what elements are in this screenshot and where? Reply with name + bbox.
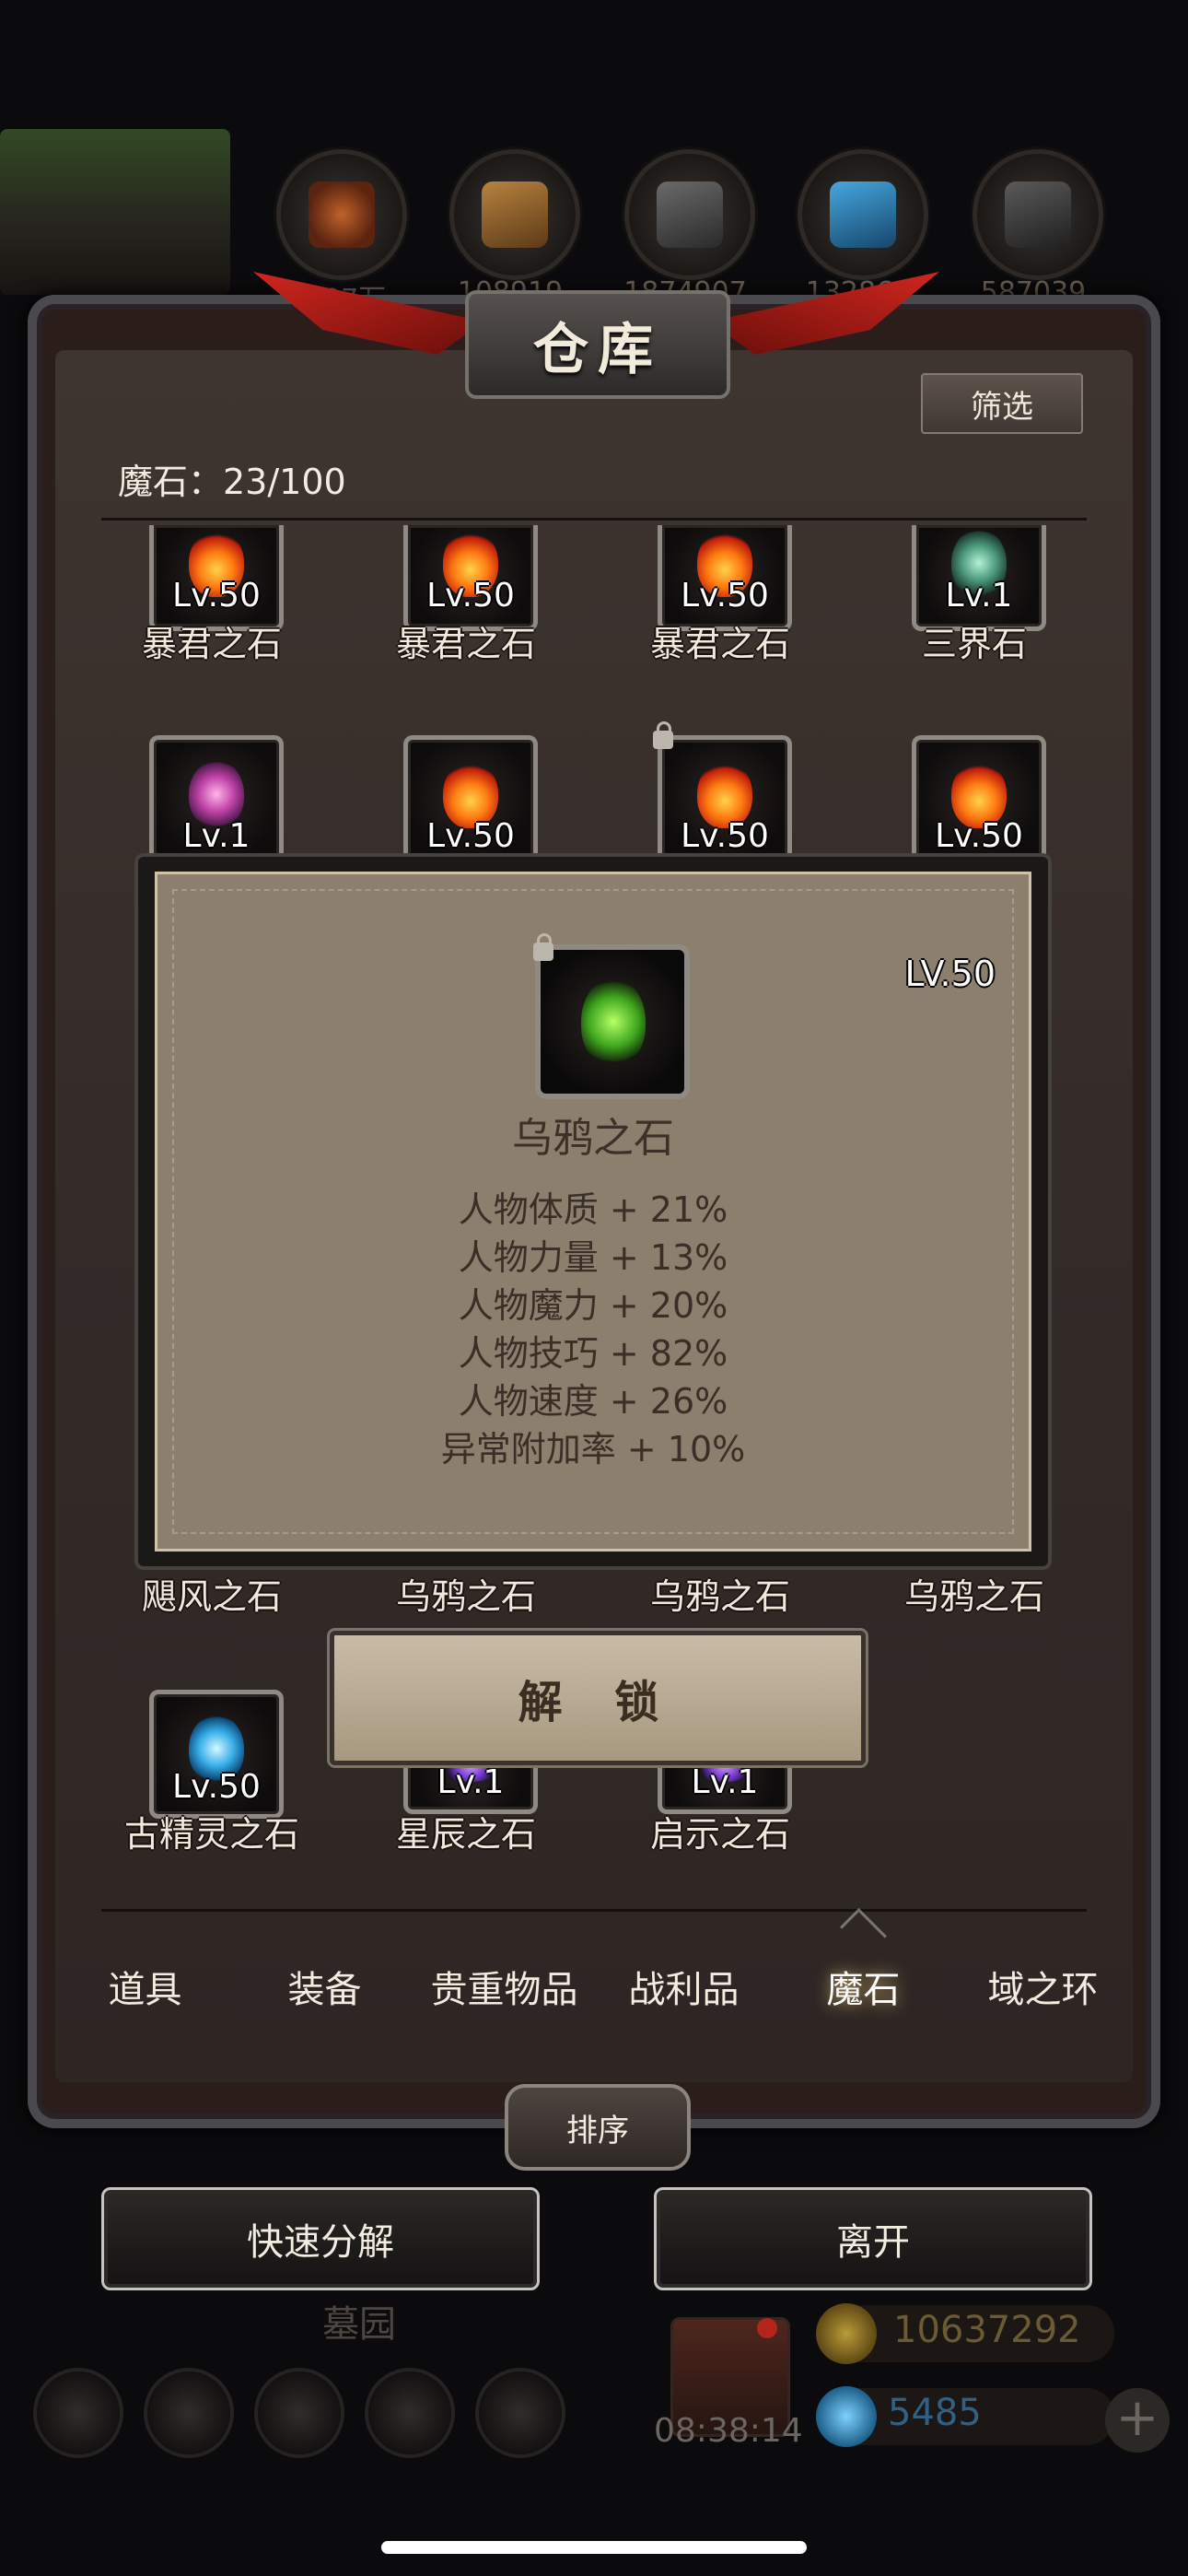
- item-level: Lv.1: [691, 1763, 759, 1801]
- home-indicator[interactable]: [381, 2541, 807, 2554]
- item-name-crow-stone-2[interactable]: 乌鸦之石: [600, 1568, 840, 1619]
- item-level: Lv.1: [182, 817, 250, 855]
- crystal-resource-icon[interactable]: [798, 149, 928, 280]
- unlock-button[interactable]: 解 锁: [330, 1631, 866, 1765]
- item-slot: Lv.50: [149, 1690, 284, 1819]
- gold-coin-icon: [816, 2303, 877, 2364]
- item-level: Lv.50: [935, 817, 1023, 855]
- item-name: 暴君之石: [141, 624, 282, 664]
- item-tyrant-stone-1[interactable]: Lv.50 暴君之石: [101, 525, 322, 709]
- gem-amount: 5485: [888, 2392, 982, 2434]
- filter-button[interactable]: 筛选: [921, 373, 1083, 434]
- achievement-icon[interactable]: [144, 2368, 234, 2458]
- crow-stone-icon: [581, 978, 646, 1066]
- item-slot: Lv.50: [912, 735, 1046, 856]
- leave-button[interactable]: 离开: [654, 2187, 1092, 2290]
- player-portrait[interactable]: [0, 129, 230, 295]
- item-slot: Lv.50: [653, 721, 792, 856]
- stat-line: 人物体质 + 21%: [458, 1189, 728, 1230]
- guild-icon[interactable]: [254, 2368, 344, 2458]
- popup-stats-list: 人物体质 + 21% 人物力量 + 13% 人物魔力 + 20% 人物技巧 + …: [157, 1186, 1029, 1473]
- item-level: Lv.50: [681, 817, 769, 855]
- item-tyrant-stone-2[interactable]: Lv.50 暴君之石: [355, 525, 577, 709]
- item-level: Lv.50: [681, 577, 769, 615]
- item-level: Lv.1: [945, 577, 1013, 615]
- shop-icon[interactable]: [475, 2368, 565, 2458]
- category-tabs: 道具 装备 贵重物品 战利品 魔石 域之环: [55, 1953, 1133, 2027]
- item-level: Lv.1: [437, 1763, 505, 1801]
- popup-item-slot: [533, 933, 690, 1099]
- item-level: Lv.50: [426, 817, 515, 855]
- item-name: 古精灵之石: [123, 1814, 299, 1855]
- item-level: Lv.50: [426, 577, 515, 615]
- clock-readout: 08:38:14: [654, 2412, 803, 2450]
- item-name: 三界石: [921, 624, 1027, 664]
- tab-equipment[interactable]: 装备: [235, 1953, 414, 2027]
- item-name: 星辰之石: [395, 1814, 536, 1855]
- lock-icon: [653, 721, 673, 749]
- tab-items[interactable]: 道具: [55, 1953, 235, 2027]
- tab-magic-stones[interactable]: 魔石: [774, 1953, 953, 2027]
- mail-icon[interactable]: [365, 2368, 455, 2458]
- popup-level: LV.50: [904, 954, 996, 994]
- stat-line: 人物魔力 + 20%: [458, 1285, 728, 1326]
- area-label: 墓园: [322, 2303, 396, 2346]
- settings-icon[interactable]: [33, 2368, 123, 2458]
- item-name: 暴君之石: [649, 624, 790, 664]
- stat-line: 人物速度 + 26%: [458, 1381, 728, 1422]
- tab-domain-rings[interactable]: 域之环: [953, 1953, 1133, 2027]
- panel-title-plate: 仓库: [465, 290, 730, 399]
- magic-stone-count: 魔石：23/100: [118, 462, 346, 502]
- tab-valuables[interactable]: 贵重物品: [414, 1953, 594, 2027]
- popup-item-name: 乌鸦之石: [512, 1115, 674, 1162]
- stat-line: 人物技巧 + 82%: [458, 1333, 728, 1374]
- top-resource-bar: 1107万 108919 1874907 132862 587039: [0, 129, 1188, 316]
- stat-line: 人物力量 + 13%: [458, 1237, 728, 1278]
- iron-resource-icon[interactable]: [624, 149, 755, 280]
- item-slot: Lv.1: [149, 735, 284, 856]
- quick-decompose-button[interactable]: 快速分解: [101, 2187, 540, 2290]
- stone-resource-icon[interactable]: [973, 149, 1103, 280]
- lock-icon[interactable]: [533, 933, 553, 961]
- item-name: 启示之石: [649, 1814, 790, 1855]
- item-name-hurricane-stone[interactable]: 飓风之石: [92, 1568, 332, 1619]
- divider-top: [101, 518, 1087, 521]
- item-level: Lv.50: [172, 577, 261, 615]
- item-name-crow-stone-1[interactable]: 乌鸦之石: [346, 1568, 586, 1619]
- item-slot: Lv.50: [403, 735, 538, 856]
- item-tyrant-stone-3[interactable]: Lv.50 暴君之石: [610, 525, 831, 709]
- popup-parchment: LV.50 乌鸦之石 人物体质 + 21% 人物力量 + 13% 人物魔力 + …: [155, 872, 1031, 1551]
- item-three-realms-stone[interactable]: Lv.1 三界石: [864, 525, 1085, 709]
- item-name-crow-stone-3[interactable]: 乌鸦之石: [855, 1568, 1094, 1619]
- sort-button[interactable]: 排序: [505, 2084, 691, 2171]
- add-currency-button[interactable]: +: [1105, 2388, 1170, 2453]
- divider-bottom: [101, 1909, 1087, 1912]
- item-level: Lv.50: [172, 1768, 261, 1806]
- item-ancient-elf-stone[interactable]: Lv.50 古精灵之石: [101, 1690, 322, 1874]
- stat-line: 异常附加率 + 10%: [440, 1429, 746, 1469]
- gold-amount: 10637292: [893, 2309, 1081, 2351]
- item-name: 暴君之石: [395, 624, 536, 664]
- panel-title: 仓库: [533, 317, 662, 382]
- diamond-icon: [816, 2386, 877, 2447]
- notification-dot: [757, 2318, 777, 2338]
- item-detail-popup: LV.50 乌鸦之石 人物体质 + 21% 人物力量 + 13% 人物魔力 + …: [138, 857, 1048, 1566]
- wood-resource-icon[interactable]: [449, 149, 580, 280]
- food-resource-icon[interactable]: [276, 149, 407, 280]
- tab-loot[interactable]: 战利品: [594, 1953, 774, 2027]
